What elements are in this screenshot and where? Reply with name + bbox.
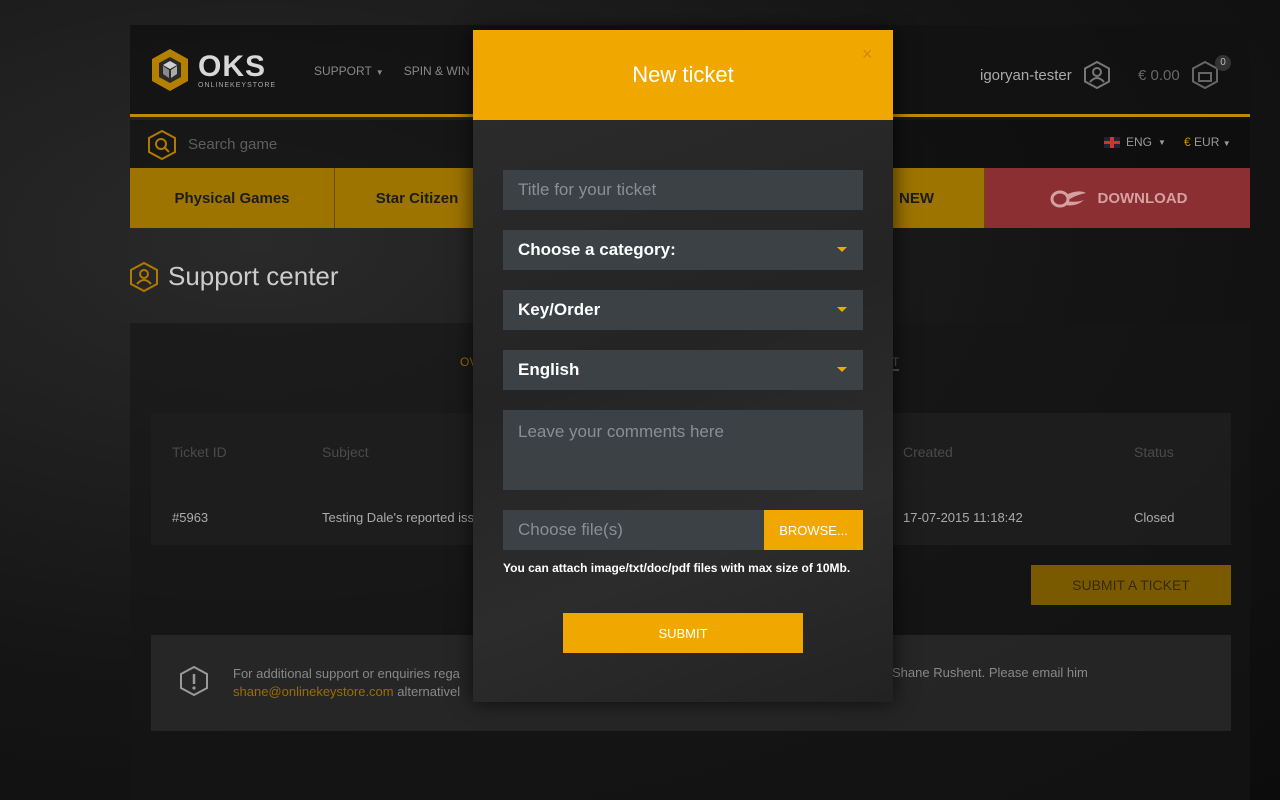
category-dropdown-value: Choose a category: [518, 240, 676, 259]
ticket-title-input[interactable]: Title for your ticket [503, 170, 863, 210]
file-upload: Choose file(s) BROWSE... [503, 510, 863, 550]
uk-flag-icon [1104, 136, 1120, 148]
file-hint: You can attach image/txt/doc/pdf files w… [503, 561, 851, 575]
chevron-down-icon [837, 247, 847, 252]
cart-icon [1191, 61, 1218, 89]
alert-icon [180, 665, 208, 697]
support-email-link[interactable]: shane@onlinekeystore.com [233, 684, 394, 699]
currency-label: EUR [1194, 135, 1220, 149]
new-ticket-modal: New ticket × Title for your ticket Choos… [473, 30, 893, 702]
ticket-subject[interactable]: Testing Dale's reported iss [322, 510, 474, 525]
nav-support[interactable]: SUPPORT ▼ [314, 64, 384, 78]
nav-spin-win[interactable]: SPIN & WIN [404, 64, 470, 78]
info-line-2-rest: alternativel [393, 684, 461, 699]
chevron-down-icon [837, 367, 847, 372]
page-title: Support center [168, 261, 339, 291]
search-icon[interactable] [148, 130, 176, 160]
download-label: DOWNLOAD [1097, 189, 1188, 207]
top-nav: SUPPORT ▼ SPIN & WIN [314, 64, 470, 78]
logo-hex-icon [152, 49, 188, 91]
logo-title: OKS [198, 49, 267, 83]
chevron-down-icon [837, 307, 847, 312]
cart-total: € 0.00 [1138, 66, 1180, 84]
user-icon [1083, 61, 1110, 89]
comments-textarea[interactable]: Leave your comments here [503, 410, 863, 490]
language-selector[interactable]: ENG ▼ [1104, 135, 1166, 149]
submit-a-ticket-button[interactable]: SUBMIT A TICKET [1031, 565, 1231, 605]
ticket-status: Closed [1134, 510, 1175, 525]
category-dropdown[interactable]: Choose a category: [503, 230, 863, 270]
currency-selector[interactable]: € EUR ▼ [1184, 135, 1231, 149]
info-line-1: For additional support or enquiries rega [233, 666, 460, 681]
download-logo-icon [1050, 190, 1086, 208]
file-input[interactable]: Choose file(s) [518, 520, 623, 540]
modal-title: New ticket [632, 62, 734, 87]
support-heading: Support center [130, 261, 339, 292]
chevron-down-icon: ▼ [1158, 137, 1166, 147]
tab-other[interactable]: T [892, 355, 900, 371]
category-physical-games[interactable]: Physical Games [130, 168, 335, 228]
username: igoryan-tester [980, 66, 1072, 84]
category-download[interactable]: DOWNLOAD [985, 168, 1250, 228]
chevron-down-icon: ▼ [1222, 139, 1231, 148]
user-account[interactable]: igoryan-tester [980, 61, 1110, 89]
language-dropdown-value: English [518, 360, 580, 379]
column-header-status: Status [1134, 444, 1174, 460]
browse-button[interactable]: BROWSE... [764, 510, 863, 550]
logo-subtitle: ONLINEKEYSTORE [198, 81, 277, 89]
info-text: For additional support or enquiries rega… [233, 665, 460, 701]
subcategory-dropdown[interactable]: Key/Order [503, 290, 863, 330]
support-icon [130, 261, 158, 292]
info-text-right: Shane Rushent. Please email him [892, 665, 1088, 680]
subcategory-dropdown-value: Key/Order [518, 300, 601, 319]
ticket-created: 17-07-2015 11:18:42 [903, 510, 1023, 525]
cart[interactable]: € 0.00 0 [1138, 55, 1231, 89]
currency-symbol: € [1184, 135, 1191, 149]
submit-button[interactable]: SUBMIT [563, 613, 803, 653]
ticket-id[interactable]: #5963 [172, 510, 208, 525]
language-dropdown[interactable]: English [503, 350, 863, 390]
chevron-down-icon: ▼ [375, 68, 384, 77]
column-header-created: Created [903, 444, 953, 460]
column-header-ticket-id: Ticket ID [172, 444, 227, 460]
modal-header: New ticket × [473, 30, 893, 126]
logo[interactable]: OKS ONLINEKEYSTORE [150, 47, 276, 93]
language-label: ENG [1126, 135, 1153, 149]
close-icon[interactable]: × [862, 44, 873, 65]
nav-support-label: SUPPORT [314, 64, 372, 78]
info-line-2: shane@onlinekeystore.com alternativel [233, 683, 460, 701]
column-header-subject: Subject [322, 444, 369, 460]
cart-count-badge: 0 [1215, 55, 1231, 71]
